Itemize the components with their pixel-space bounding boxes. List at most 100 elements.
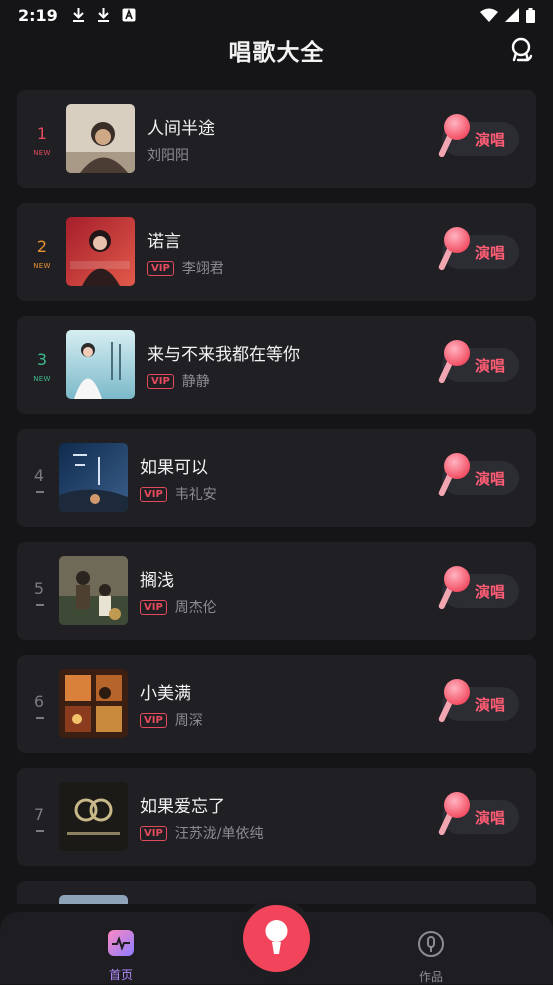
vip-badge: VIP (147, 373, 174, 389)
album-cover (59, 443, 128, 512)
artist-name: 汪苏泷/单依纯 (174, 826, 264, 842)
song-row[interactable]: 7 如果爱忘了 VIP 汪苏泷/单依纯 演唱 (17, 768, 536, 866)
microphone-icon (438, 679, 470, 723)
song-title: 诺言 (147, 232, 181, 252)
rank-number: 7 (33, 805, 45, 824)
rank-number: 2 (36, 237, 48, 256)
sing-button[interactable]: 演唱 (438, 679, 519, 723)
rank-number: 5 (33, 579, 45, 598)
sing-button[interactable]: 演唱 (438, 227, 519, 271)
sing-button[interactable]: 演唱 (438, 792, 519, 836)
rank-number: 3 (36, 350, 48, 369)
microphone-icon (438, 792, 470, 836)
artist-name: 李翊君 (181, 261, 224, 277)
sing-label: 演唱 (475, 244, 506, 262)
song-row[interactable]: 5 搁浅 VIP 周杰伦 演唱 (17, 542, 536, 640)
album-cover (59, 669, 128, 738)
battery-icon (526, 7, 535, 23)
home-pulse-icon (108, 930, 134, 956)
rank-number: 6 (33, 692, 45, 711)
artist-line: VIP 周杰伦 (140, 597, 217, 617)
song-row[interactable]: 6 小美满 VIP 周深 演唱 (17, 655, 536, 753)
new-tag: NEW (33, 262, 51, 270)
album-cover (59, 782, 128, 851)
sing-button[interactable]: 演唱 (438, 453, 519, 497)
song-title: 小美满 (140, 684, 191, 704)
vip-badge: VIP (140, 712, 167, 728)
artist-name: 周杰伦 (174, 600, 217, 616)
tab-home-label: 首页 (108, 968, 133, 982)
artist-name: 周深 (174, 713, 203, 729)
vip-badge: VIP (140, 486, 167, 502)
rank-steady-icon (36, 717, 44, 719)
artist-name: 刘阳阳 (147, 148, 189, 164)
sing-label: 演唱 (475, 696, 506, 714)
status-bar: 2:19 (0, 0, 553, 30)
song-title: 如果可以 (140, 458, 208, 478)
artist-line: VIP 周深 (140, 710, 203, 730)
sing-label: 演唱 (475, 357, 506, 375)
sing-button[interactable]: 演唱 (438, 340, 519, 384)
rank-number: 1 (36, 124, 48, 143)
sing-label: 演唱 (475, 583, 506, 601)
tab-works[interactable]: 作品 (401, 930, 461, 985)
song-row[interactable]: 2 NEW 诺言 VIP 李翊君 演唱 (17, 203, 536, 301)
tab-home[interactable]: 首页 (91, 930, 151, 983)
new-tag: NEW (33, 149, 51, 157)
artist-line: VIP 汪苏泷/单依纯 (140, 823, 264, 843)
sing-button[interactable]: 演唱 (438, 114, 519, 158)
tab-works-label: 作品 (418, 970, 443, 984)
record-button[interactable] (243, 905, 310, 972)
album-cover (59, 556, 128, 625)
sing-button[interactable]: 演唱 (438, 566, 519, 610)
microphone-icon (438, 566, 470, 610)
rank-steady-icon (36, 830, 44, 832)
song-row[interactable] (17, 881, 536, 904)
song-title: 搁浅 (140, 571, 174, 591)
artist-line: VIP 李翊君 (147, 258, 224, 278)
song-title: 如果爱忘了 (140, 797, 225, 817)
microphone-icon (438, 227, 470, 271)
song-list: 1 NEW 人间半途 刘阳阳 演唱 2 NEW 诺言 VIP 李翊君 演唱 3 … (17, 90, 536, 904)
rank: 4 (17, 429, 61, 527)
singer-profile-icon[interactable] (507, 36, 535, 64)
album-cover (66, 330, 135, 399)
vip-badge: VIP (140, 825, 167, 841)
sing-label: 演唱 (475, 809, 506, 827)
album-cover (59, 895, 128, 904)
rank-steady-icon (36, 604, 44, 606)
wifi-icon (480, 8, 498, 22)
new-tag: NEW (33, 375, 51, 383)
artist-line: VIP 静静 (147, 371, 210, 391)
status-time: 2:19 (18, 5, 58, 25)
microphone-icon (438, 340, 470, 384)
rank-number: 4 (33, 466, 45, 485)
microphone-icon (438, 453, 470, 497)
rank: 6 (17, 655, 61, 753)
vip-badge: VIP (147, 260, 174, 276)
works-icon (418, 931, 444, 957)
signal-icon (505, 8, 519, 22)
song-title: 人间半途 (147, 119, 215, 139)
song-row[interactable]: 3 NEW 来与不来我都在等你 VIP 静静 演唱 (17, 316, 536, 414)
artist-line: 刘阳阳 (147, 145, 189, 165)
page-title: 唱歌大全 (228, 40, 325, 66)
song-row[interactable]: 1 NEW 人间半途 刘阳阳 演唱 (17, 90, 536, 188)
microphone-icon (265, 920, 288, 954)
rank: 5 (17, 542, 61, 640)
artist-name: 韦礼安 (174, 487, 217, 503)
rank: 7 (17, 768, 61, 866)
vip-badge: VIP (140, 599, 167, 615)
app-header: 唱歌大全 (0, 30, 553, 70)
song-row[interactable]: 4 如果可以 VIP 韦礼安 演唱 (17, 429, 536, 527)
app-notification-icon (122, 8, 136, 22)
download-icon (97, 8, 109, 22)
song-title: 来与不来我都在等你 (147, 345, 300, 365)
microphone-icon (438, 114, 470, 158)
sing-label: 演唱 (475, 131, 506, 149)
artist-name: 静静 (181, 374, 210, 390)
rank: 1 NEW (17, 90, 67, 188)
rank: 3 NEW (17, 316, 67, 414)
sing-label: 演唱 (475, 470, 506, 488)
download-icon (72, 8, 84, 22)
